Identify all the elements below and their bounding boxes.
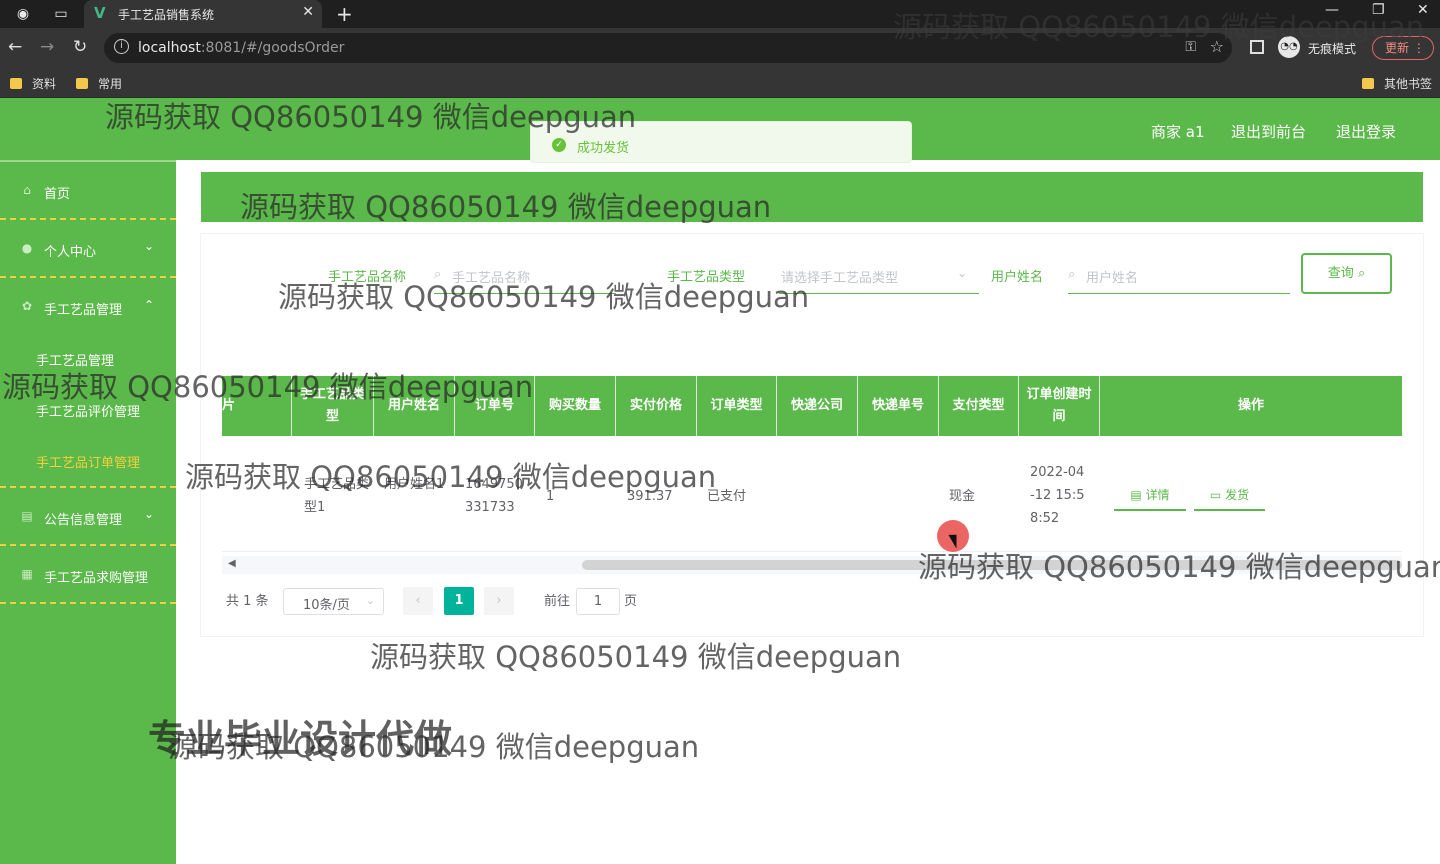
chevron-up-icon: ⌃ [144,298,155,312]
goto-label: 前往 [544,594,571,609]
sidebar-item-home[interactable]: ⌂ 首页 [0,162,176,220]
search-icon: ⌕ [1068,267,1076,282]
sidebar-sub-order[interactable]: 手工艺品订单管理 [36,452,140,471]
chevron-down-icon: ⌄ [144,507,155,521]
chevron-down-icon: ⌄ [956,266,967,280]
box-icon: ▭ [1209,488,1222,502]
sidebar-item-label: 公告信息管理 [44,513,123,528]
search-icon: ⌕ [1357,266,1366,281]
browser-tab[interactable]: V 手工艺品销售系统 ✕ [84,0,322,28]
sidebar-item-label: 个人中心 [44,245,97,260]
check-circle-icon: ✓ [552,138,566,152]
col-qty: 购买数量 [535,376,616,436]
tab-close-icon[interactable]: ✕ [302,4,314,20]
current-user: 商家 a1 [1151,123,1205,141]
document-icon: ▤ [1130,488,1142,502]
back-icon[interactable]: ← [8,37,22,57]
col-actions: 操作 [1237,398,1264,413]
toast-message: 成功发货 [577,141,630,156]
col-pay-type: 支付类型 [939,376,1019,436]
craft-icon: ✿ [21,299,33,313]
watermark: 源码获取 QQ86050149 微信deepguan [278,280,810,314]
reload-icon[interactable]: ↻ [73,37,87,57]
other-bookmarks[interactable]: 其他书签 [1362,75,1432,92]
tab-title: 手工艺品销售系统 [118,8,215,22]
chevron-down-icon: ⌄ [144,239,155,253]
detail-button[interactable]: ▤ 详情 [1114,480,1186,511]
watermark: 源码获取 QQ86050149 微信deepguan [240,190,772,224]
sidebar-item-label: 手工艺品求购管理 [44,571,149,586]
sidebar-item-label: 首页 [44,187,71,202]
watermark: 源码获取 QQ86050149 微信deepguan [2,370,534,404]
sidebar-item-purchase[interactable]: ▦ 手工艺品求购管理 [0,546,176,604]
watermark: 源码获取 QQ86050149 微信deepguan [185,460,717,494]
folder-icon [1362,78,1374,89]
col-price: 实付价格 [616,376,697,436]
notice-icon: ▤ [21,509,33,523]
watermark: 源码获取 QQ86050149 微信deepguan [370,640,902,674]
forward-icon[interactable]: → [40,37,54,57]
browser-menu-icon[interactable]: ◉ [14,5,32,23]
user-filter-label: 用户姓名 [991,270,1044,285]
purchase-icon: ▦ [21,567,33,581]
col-order-type: 订单类型 [697,376,777,436]
pagination-total: 共 1 条 [226,594,269,609]
watermark: 源码获取 QQ86050149 微信deepguan [105,100,637,134]
bookmark-folder-2[interactable]: 常用 [76,75,122,92]
tab-overview-icon[interactable]: ▭ [52,5,70,23]
new-tab-icon[interactable]: + [336,2,353,26]
watermark: 源码获取 QQ86050149 微信deepguan [893,10,1425,44]
home-icon: ⌂ [23,183,31,197]
col-tracking: 快递单号 [858,376,939,436]
cell-pay-type: 现金 [949,489,976,504]
next-page-button[interactable]: › [484,587,514,615]
col-created: 订单创建时间 [1019,376,1100,436]
sidebar-item-notice[interactable]: ▤ 公告信息管理 ⌄ [0,488,176,546]
page-number-current[interactable]: 1 [444,587,474,615]
back-to-front-link[interactable]: 退出到前台 [1231,121,1306,142]
bookmark-folder-1[interactable]: 资料 [10,75,56,92]
vue-favicon-icon: V [94,4,106,22]
watermark: 源码获取 QQ86050149 微信deepguan [918,550,1440,584]
watermark: 源码获取 QQ86050149 微信deepguan [168,730,700,764]
folder-icon [10,78,22,89]
logout-link[interactable]: 退出登录 [1336,121,1396,142]
page-size-select[interactable]: 10条/页 ⌄ [283,588,384,615]
scroll-left-arrow-icon[interactable]: ◀ [228,558,236,569]
user-filter-placeholder: 用户姓名 [1086,271,1139,286]
sidebar-item-personal[interactable]: ● 个人中心 ⌄ [0,220,176,278]
chevron-down-icon: ⌄ [365,594,375,607]
url-text: localhost:8081/#/goodsOrder [138,40,345,56]
ship-button[interactable]: ▭ 发货 [1194,480,1265,511]
cell-created: 2022-04-12 15:58:52 [1030,465,1085,526]
user-icon: ● [21,241,33,255]
col-courier: 快递公司 [777,376,858,436]
prev-page-button[interactable]: ‹ [403,587,433,615]
goto-suffix: 页 [624,594,638,609]
sidebar-item-label: 手工艺品管理 [44,303,123,318]
folder-icon [76,78,88,89]
site-info-icon[interactable]: i [114,39,129,54]
goto-page-input[interactable]: 1 [576,588,620,615]
user-filter-input[interactable]: ⌕ 用户姓名 [1068,258,1290,294]
query-button[interactable]: 查询 ⌕ [1301,253,1392,294]
